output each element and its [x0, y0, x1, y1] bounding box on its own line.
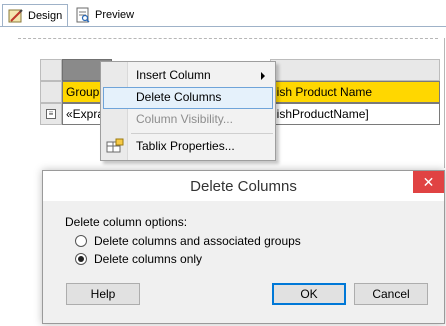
help-button[interactable]: Help: [66, 283, 140, 305]
close-button[interactable]: ✕: [413, 171, 444, 193]
menu-item-tablix-properties[interactable]: Tablix Properties...: [103, 136, 273, 158]
detail-row-icon: ≡: [46, 109, 56, 119]
context-menu: Insert Column Delete Columns Column Visi…: [100, 61, 276, 161]
menu-item-column-visibility: Column Visibility...: [103, 109, 273, 131]
menu-item-delete-columns[interactable]: Delete Columns: [103, 87, 273, 109]
row-handle-header[interactable]: [40, 81, 62, 103]
design-icon: [8, 8, 23, 22]
tab-strip: Design Preview: [0, 0, 446, 28]
option-delete-with-groups[interactable]: Delete columns and associated groups: [75, 233, 301, 249]
cancel-button[interactable]: Cancel: [354, 283, 428, 305]
menu-item-label: Insert Column: [136, 68, 211, 82]
tablix-corner-handle[interactable]: [40, 59, 62, 81]
detail-cell-product-name[interactable]: lishProductName]: [270, 103, 440, 125]
header-cell-product-name[interactable]: lish Product Name: [270, 81, 440, 103]
options-label: Delete column options:: [65, 215, 188, 229]
tab-preview-label: Preview: [95, 9, 135, 21]
row-handle-detail[interactable]: ≡: [40, 103, 62, 125]
dialog-titlebar[interactable]: Delete Columns ✕: [43, 171, 444, 201]
option-label: Delete columns and associated groups: [94, 234, 301, 248]
report-body-edge: [444, 38, 445, 168]
close-icon: ✕: [422, 174, 435, 190]
radio-delete-columns-only[interactable]: [75, 253, 87, 265]
report-body-border: [18, 38, 438, 41]
column-handle[interactable]: [270, 59, 440, 81]
delete-columns-dialog: Delete Columns ✕ Delete column options: …: [42, 170, 445, 324]
menu-item-label: Delete Columns: [136, 90, 222, 104]
menu-item-label: Column Visibility...: [136, 112, 233, 126]
tab-design-label: Design: [28, 9, 63, 22]
preview-icon: [76, 7, 90, 23]
tab-design[interactable]: Design: [2, 4, 68, 26]
menu-separator: [131, 133, 273, 134]
option-label: Delete columns only: [94, 252, 203, 266]
tablix-properties-icon: [106, 138, 124, 153]
tab-preview[interactable]: Preview: [70, 4, 140, 26]
dialog-title: Delete Columns: [190, 178, 297, 195]
menu-item-insert-column[interactable]: Insert Column: [103, 65, 273, 87]
radio-delete-with-groups[interactable]: [75, 235, 87, 247]
ok-button[interactable]: OK: [272, 283, 346, 305]
submenu-arrow-icon: [261, 72, 265, 80]
option-delete-columns-only[interactable]: Delete columns only: [75, 251, 202, 267]
menu-item-label: Tablix Properties...: [136, 139, 235, 153]
